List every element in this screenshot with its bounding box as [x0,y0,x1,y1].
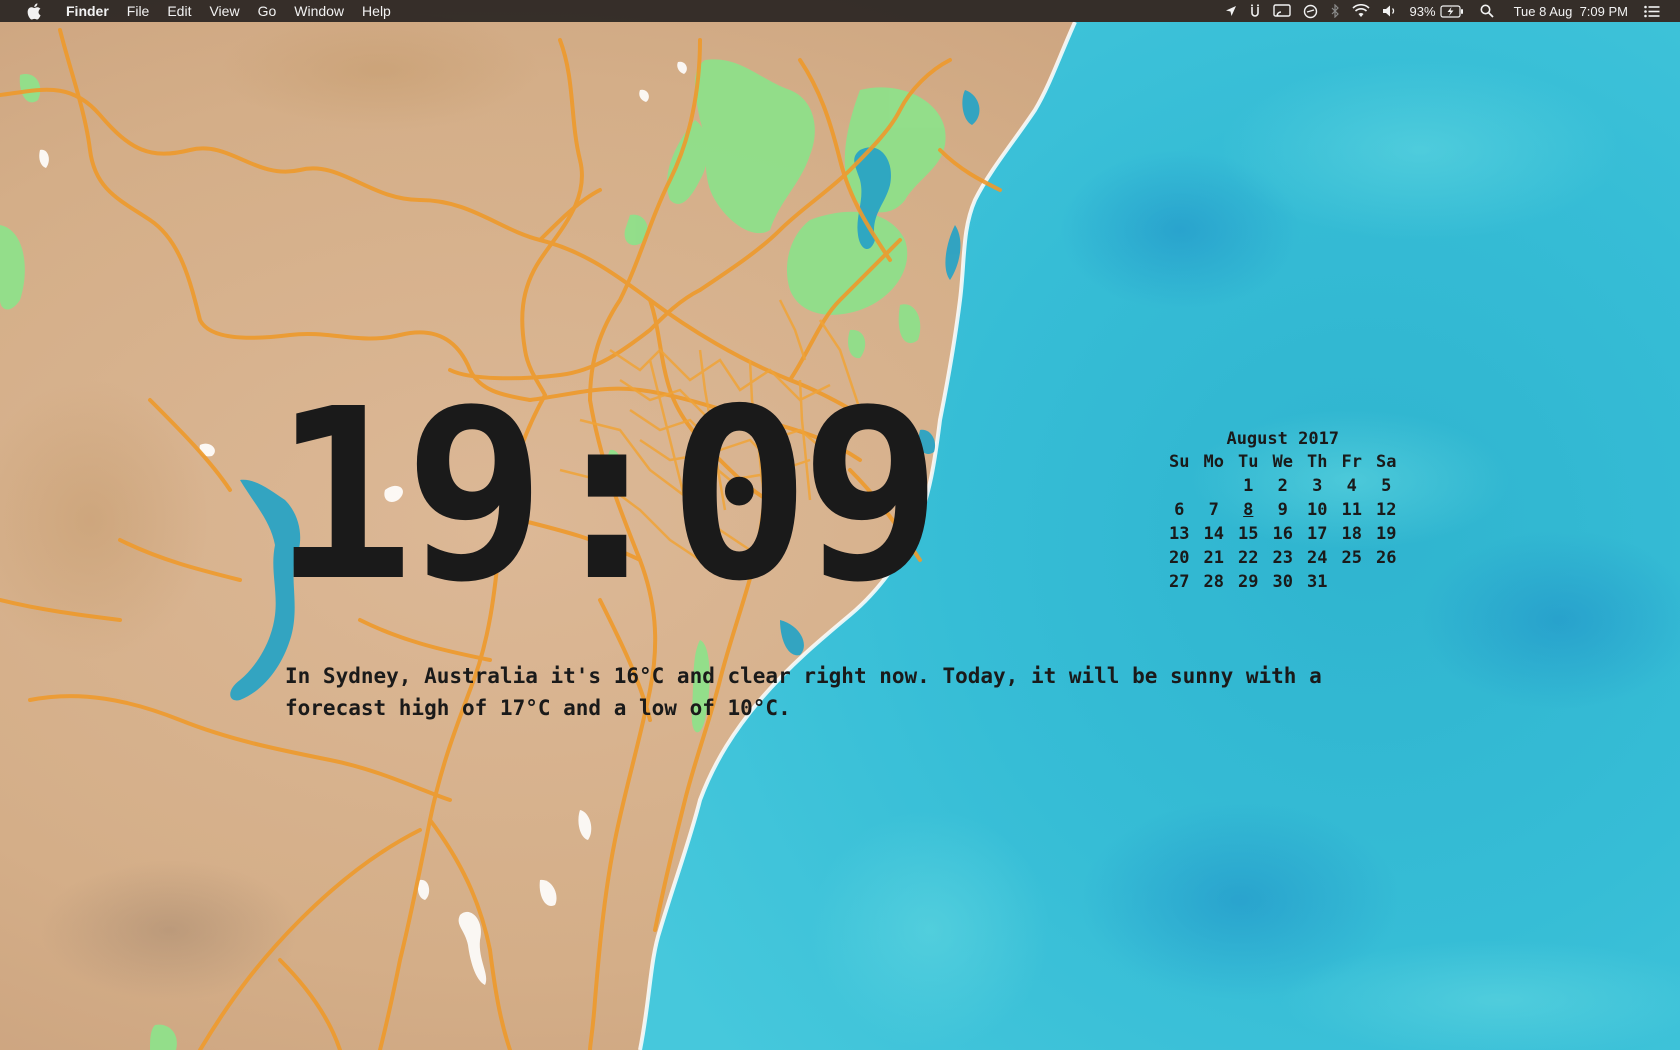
menu-help[interactable]: Help [353,0,400,22]
calendar-day: 2 [1277,476,1288,496]
battery-status[interactable]: 93% [1404,0,1470,22]
calendar-day: 20 [1169,548,1190,568]
calendar-day: 19 [1376,524,1397,544]
calendar-day: 5 [1381,476,1392,496]
menu-edit[interactable]: Edit [158,0,200,22]
calendar-day: 10 [1307,500,1328,520]
weekday-tuesday: Tu [1238,452,1259,472]
calendar-day-today: 8 [1243,500,1254,520]
calendar-day: 30 [1272,572,1293,592]
calendar-day: 16 [1272,524,1293,544]
calendar-day: 22 [1238,548,1259,568]
menu-bar: Finder File Edit View Go Window Help 93%… [0,0,1680,22]
calendar-weekday-row: Su Mo Tu We Th Fr Sa [1162,450,1404,474]
wifi-icon[interactable] [1346,0,1376,22]
menu-go[interactable]: Go [249,0,286,22]
clock-widget: 19:09 [272,358,942,633]
calendar-day: 21 [1203,548,1224,568]
calendar-day: 17 [1307,524,1328,544]
calendar-week-row: 13 14 15 16 17 18 19 [1162,522,1404,546]
calendar-day [1335,570,1370,594]
calendar-day: 28 [1203,572,1224,592]
calendar-day: 24 [1307,548,1328,568]
calendar-day [1162,474,1197,498]
calendar-widget: August 2017 Su Mo Tu We Th Fr Sa 1 2 3 4… [1162,428,1404,594]
calendar-day: 23 [1272,548,1293,568]
calendar-week-row: 27 28 29 30 31 [1162,570,1404,594]
calendar-day: 14 [1203,524,1224,544]
calendar-day: 31 [1307,572,1328,592]
menu-file[interactable]: File [118,0,159,22]
menu-window[interactable]: Window [285,0,353,22]
notification-center-icon[interactable] [1638,0,1666,22]
apple-icon [27,2,41,20]
weather-widget: In Sydney, Australia it's 16°C and clear… [285,664,1322,720]
weekday-monday: Mo [1203,452,1224,472]
calendar-day: 4 [1346,476,1357,496]
calendar-day: 29 [1238,572,1259,592]
calendar-day: 1 [1243,476,1254,496]
calendar-day: 6 [1174,500,1185,520]
menu-view[interactable]: View [200,0,248,22]
calendar-day: 27 [1169,572,1190,592]
calendar-day: 25 [1341,548,1362,568]
calendar-day: 7 [1208,500,1219,520]
calendar-day: 11 [1341,500,1362,520]
weekday-thursday: Th [1307,452,1328,472]
calendar-month-title: August 2017 [1226,429,1340,449]
volume-icon[interactable] [1376,0,1404,22]
battery-percent: 93% [1409,3,1436,19]
calendar-day: 12 [1376,500,1397,520]
spotlight-search-icon[interactable] [1470,0,1504,22]
calendar-day [1197,474,1232,498]
calendar-day: 18 [1341,524,1362,544]
weekday-friday: Fr [1341,452,1362,472]
weekday-wednesday: We [1272,452,1293,472]
u-icon[interactable] [1243,0,1267,22]
menu-clock[interactable]: Tue 8 Aug 7:09 PM [1504,0,1638,22]
calendar-week-row: 6 7 8 9 10 11 12 [1162,498,1404,522]
calendar-day: 26 [1376,548,1397,568]
screen-mirroring-icon[interactable] [1267,0,1297,22]
calendar-grid: Su Mo Tu We Th Fr Sa 1 2 3 4 5 6 7 8 9 1… [1162,450,1404,594]
desktop: Finder File Edit View Go Window Help 93%… [0,0,1680,1050]
bluetooth-icon[interactable] [1324,0,1346,22]
calendar-day: 9 [1277,500,1288,520]
calendar-day: 3 [1312,476,1323,496]
do-not-disturb-icon[interactable] [1297,0,1324,22]
menu-finder[interactable]: Finder [50,0,118,22]
location-arrow-icon[interactable] [1219,0,1243,22]
calendar-day: 13 [1169,524,1190,544]
calendar-week-row: 20 21 22 23 24 25 26 [1162,546,1404,570]
calendar-day: 15 [1238,524,1259,544]
weekday-sunday: Su [1169,452,1190,472]
calendar-week-row: 1 2 3 4 5 [1162,474,1404,498]
battery-charging-icon [1439,4,1464,18]
calendar-day [1369,570,1404,594]
apple-menu[interactable] [18,2,50,20]
weekday-saturday: Sa [1376,452,1397,472]
